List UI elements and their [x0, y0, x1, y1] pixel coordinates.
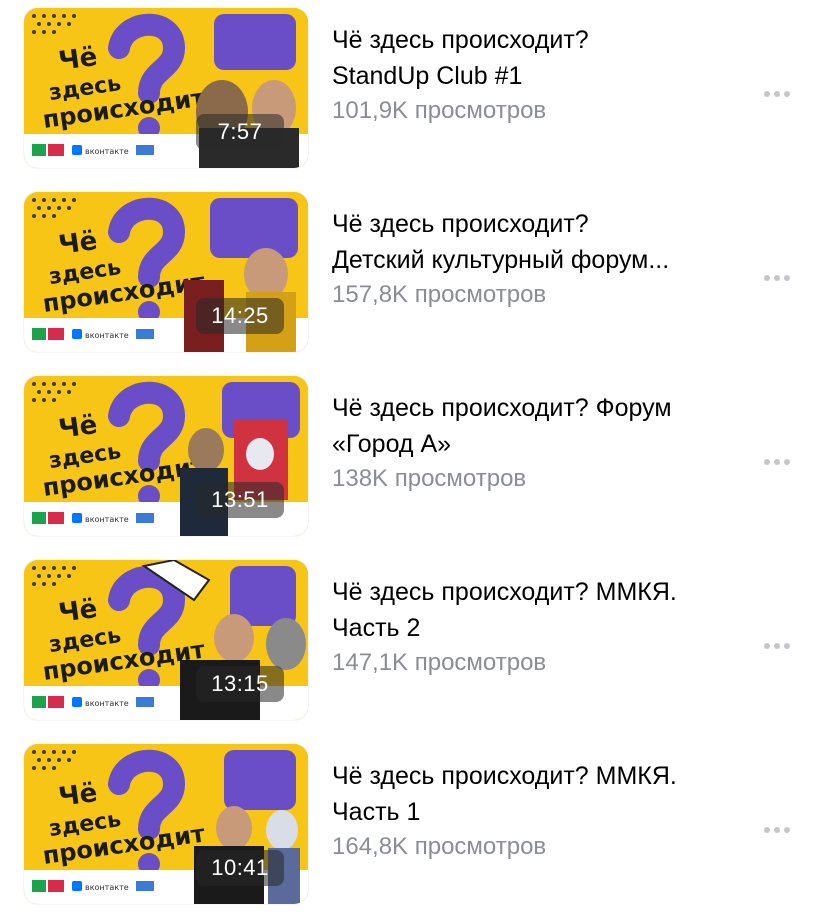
- svg-text:вконтакте: вконтакте: [85, 147, 129, 156]
- video-duration: 7:57: [196, 114, 284, 150]
- video-thumbnail[interactable]: Чё здесь происходит вконтакте 7:57: [24, 8, 308, 168]
- ellipsis-icon[interactable]: [762, 456, 792, 468]
- video-list: Чё здесь происходит вконтакте 7:57 Чё зд…: [0, 0, 828, 917]
- video-item[interactable]: Чё здесь происходит вконтакте 10:41 Чё з…: [0, 744, 828, 914]
- video-title[interactable]: Чё здесь происходит? ММКЯ. Часть 1: [332, 758, 742, 830]
- svg-text:вконтакте: вконтакте: [85, 331, 129, 340]
- video-thumbnail[interactable]: Чё здесь происходит вконтакте 13:15: [24, 560, 308, 720]
- video-duration: 14:25: [196, 298, 284, 334]
- ellipsis-icon[interactable]: [762, 640, 792, 652]
- ellipsis-icon[interactable]: [762, 88, 792, 100]
- svg-text:вконтакте: вконтакте: [85, 699, 129, 708]
- video-thumbnail[interactable]: Чё здесь происходит вконтакте 13:51: [24, 376, 308, 536]
- video-views: 147,1K просмотров: [332, 649, 547, 676]
- video-views: 101,9K просмотров: [332, 97, 547, 124]
- svg-text:вконтакте: вконтакте: [85, 515, 129, 524]
- video-item[interactable]: Чё здесь происходит вконтакте 14:25 Чё з…: [0, 192, 828, 362]
- video-duration: 13:15: [196, 666, 284, 702]
- ellipsis-icon[interactable]: [762, 824, 792, 836]
- video-views: 157,8K просмотров: [332, 281, 547, 308]
- svg-text:Чё: Чё: [57, 594, 99, 629]
- video-title[interactable]: Чё здесь происходит? ММКЯ. Часть 2: [332, 574, 742, 646]
- svg-text:вконтакте: вконтакте: [85, 883, 129, 892]
- video-thumbnail[interactable]: Чё здесь происходит вконтакте 10:41: [24, 744, 308, 904]
- video-title[interactable]: Чё здесь происходит? StandUp Club #1: [332, 22, 742, 94]
- video-thumbnail[interactable]: Чё здесь происходит вконтакте 14:25: [24, 192, 308, 352]
- video-item[interactable]: Чё здесь происходит вконтакте 7:57 Чё зд…: [0, 8, 828, 178]
- video-item[interactable]: Чё здесь происходит вконтакте 13:15 Чё з…: [0, 560, 828, 730]
- video-views: 164,8K просмотров: [332, 833, 547, 860]
- svg-text:Чё: Чё: [57, 778, 99, 813]
- video-title[interactable]: Чё здесь происходит? Детский культурный …: [332, 206, 742, 278]
- video-duration: 13:51: [196, 482, 284, 518]
- svg-text:Чё: Чё: [57, 410, 99, 445]
- video-title[interactable]: Чё здесь происходит? Форум «Город А»: [332, 390, 742, 462]
- video-duration: 10:41: [196, 850, 284, 886]
- svg-text:Чё: Чё: [57, 226, 99, 261]
- thumb-title-line1: Чё: [57, 42, 99, 77]
- ellipsis-icon[interactable]: [762, 272, 792, 284]
- video-item[interactable]: Чё здесь происходит вконтакте 13:51 Чё з…: [0, 376, 828, 546]
- video-views: 138K просмотров: [332, 465, 527, 492]
